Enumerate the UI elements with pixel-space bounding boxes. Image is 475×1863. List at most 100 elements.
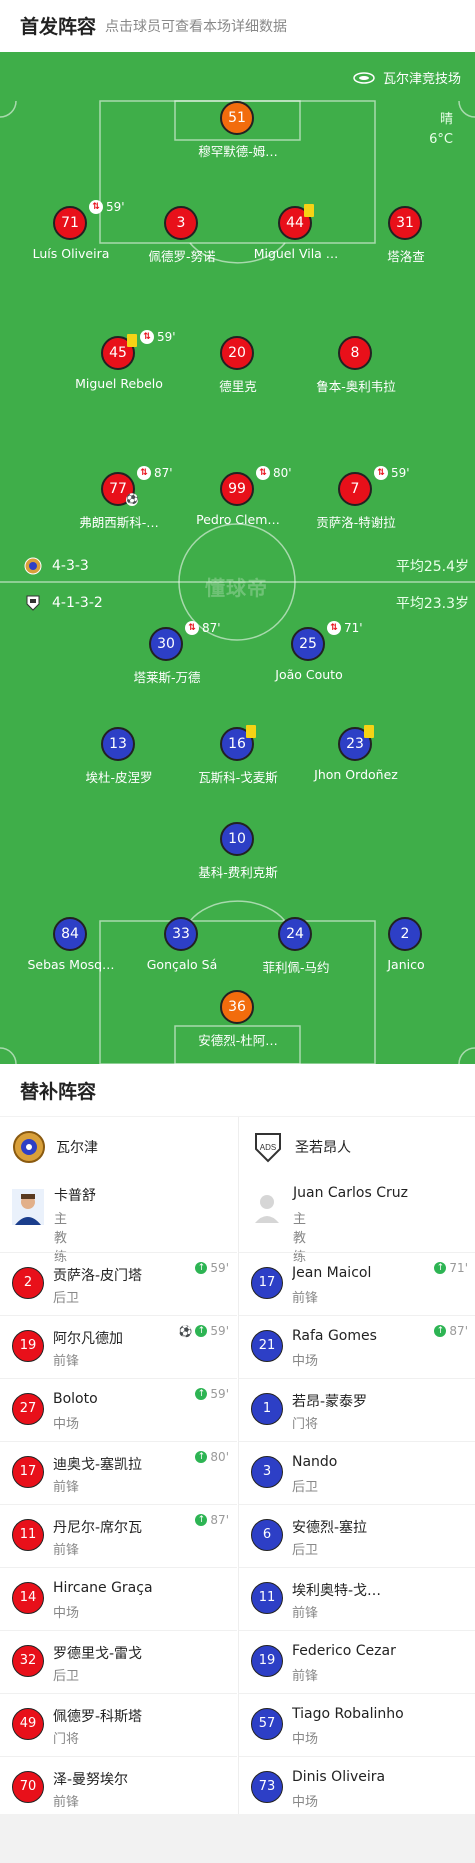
sub-out-icon: ⇅ <box>256 466 270 480</box>
home-player-51[interactable]: 51 穆罕默德-姆… <box>178 101 298 161</box>
player-name: 菲利佩-马约 <box>262 960 330 975</box>
home-player-99[interactable]: 99 ⇅ 80' Pedro Clem… <box>178 466 298 532</box>
player-name: 塔洛查 <box>387 249 425 264</box>
away-player-25[interactable]: 25 ⇅ 71' João Couto <box>249 621 369 687</box>
sub-out-icon: ⇅ <box>89 200 103 214</box>
home-player-20[interactable]: 20 德里克 <box>178 336 298 396</box>
bench-number: 57 <box>251 1708 283 1740</box>
bench-player[interactable]: 3 Nando 后卫 <box>239 1441 475 1504</box>
bench-player[interactable]: 19 Federico Cezar 前锋 <box>239 1630 475 1693</box>
player-number: 13 <box>101 727 135 761</box>
bench-player[interactable]: 11 埃利奥特-戈… 前锋 <box>239 1567 475 1630</box>
home-player-8[interactable]: 8 鲁本-奥利韦拉 <box>296 336 416 396</box>
home-avg-age: 平均25.4岁 <box>395 559 469 575</box>
home-player-77[interactable]: 77 ⇅ 87' ⚽ 弗朗西斯科-… <box>59 466 179 532</box>
bench-name: Federico Cezar <box>292 1643 396 1659</box>
bench-position: 前锋 <box>292 1291 319 1306</box>
away-player-13[interactable]: 13 埃杜-皮涅罗 <box>59 727 179 787</box>
bench-number: 27 <box>12 1393 44 1425</box>
away-player-23[interactable]: 23 Jhon Ordoñez <box>296 725 416 787</box>
home-team-logo-icon <box>13 1131 45 1163</box>
sub-in-icon: ↑ <box>434 1325 447 1337</box>
lineup-subtitle: 点击球员可查看本场详细数据 <box>105 19 287 35</box>
bench-player[interactable]: 49 佩德罗-科斯塔 门将 <box>0 1693 237 1756</box>
home-player-71[interactable]: 71 ⇅ 59' Luís Oliveira <box>11 200 131 266</box>
bench-name: 罗德里戈-雷戈 <box>53 1646 143 1662</box>
weather-info: 晴 6°C <box>429 110 453 150</box>
away-player-16[interactable]: 16 瓦斯科-戈麦斯 <box>178 725 298 787</box>
home-player-3[interactable]: 3 佩德罗-努诺 <box>122 206 242 266</box>
bench-player[interactable]: 27 Boloto 中场 ↑ 59' <box>0 1378 237 1441</box>
sub-in-time: 80' <box>210 1450 229 1464</box>
bench-position: 中场 <box>292 1732 319 1747</box>
sub-time: 87' <box>154 466 173 480</box>
away-player-30[interactable]: 30 ⇅ 87' 塔莱斯-万德 <box>107 621 227 687</box>
bench-player[interactable]: 32 罗德里戈-雷戈 后卫 <box>0 1630 237 1693</box>
bench-player[interactable]: 2 贡萨洛-皮门塔 后卫 ↑ 59' <box>0 1252 237 1315</box>
player-number: 71 <box>53 206 87 240</box>
weather-temperature: 6°C <box>429 132 453 147</box>
bench-player[interactable]: 14 Hircane Graça 中场 <box>0 1567 237 1630</box>
lineup-title: 首发阵容 <box>20 16 97 38</box>
bench-player[interactable]: 21 Rafa Gomes 中场 ↑ 87' <box>239 1315 475 1378</box>
player-number: 36 <box>220 990 254 1024</box>
bench-position: 后卫 <box>53 1669 80 1684</box>
bench-player[interactable]: 19 阿尔凡德加 前锋 ⚽ ↑ 59' <box>0 1315 237 1378</box>
bench-number: 17 <box>12 1456 44 1488</box>
player-name: 安德烈-杜阿… <box>198 1033 278 1048</box>
subs-panel: 瓦尔津 卡普舒 主教练 2 贡萨洛-皮门塔 后卫 ↑ 59' 19 阿尔凡德加 前… <box>0 1117 475 1814</box>
bench-player[interactable]: 73 Dinis Oliveira 中场 <box>239 1756 475 1814</box>
player-number: 33 <box>164 917 198 951</box>
bench-player[interactable]: 6 安德烈-塞拉 后卫 <box>239 1504 475 1567</box>
sub-time: 59' <box>157 330 176 344</box>
bench-number: 6 <box>251 1519 283 1551</box>
player-number: 10 <box>220 822 254 856</box>
yellow-card-icon <box>364 725 374 738</box>
sub-out-event: ⇅ 71' <box>327 621 363 635</box>
sub-out-event: ⇅ 87' <box>137 466 173 480</box>
bench-player[interactable]: 11 丹尼尔-席尔瓦 前锋 ↑ 87' <box>0 1504 237 1567</box>
sub-out-event: ⇅ 59' <box>89 200 125 214</box>
stadium-icon <box>353 71 375 84</box>
venue-name: 瓦尔津竞技场 <box>382 72 461 87</box>
bench-player[interactable]: 17 迪奥戈-塞凯拉 前锋 ↑ 80' <box>0 1441 237 1504</box>
away-player-24[interactable]: 24 菲利佩-马约 <box>236 917 356 977</box>
bench-player[interactable]: 57 Tiago Robalinho 中场 <box>239 1693 475 1756</box>
weather-condition: 晴 <box>439 112 453 127</box>
venue-label: 瓦尔津竞技场 <box>353 68 461 87</box>
coach-name: Juan Carlos Cruz <box>293 1185 408 1201</box>
bench-number: 1 <box>251 1393 283 1425</box>
bench-name: 泽-曼努埃尔 <box>53 1772 129 1788</box>
away-player-84[interactable]: 84 Sebas Mosq… <box>11 917 131 977</box>
away-player-36[interactable]: 36 安德烈-杜阿… <box>178 990 298 1050</box>
player-number: 24 <box>278 917 312 951</box>
bench-name: 埃利奥特-戈… <box>292 1583 382 1599</box>
bench-number: 11 <box>251 1582 283 1614</box>
away-player-2[interactable]: 2 Janico <box>346 917 466 977</box>
bench-number: 32 <box>12 1645 44 1677</box>
sub-in-icon: ↑ <box>195 1388 208 1400</box>
bench-name: 若昂-蒙泰罗 <box>292 1394 368 1410</box>
bench-position: 前锋 <box>53 1354 80 1369</box>
home-player-44[interactable]: 44 Miguel Vila … <box>236 204 356 266</box>
bench-position: 中场 <box>292 1354 319 1369</box>
bench-position: 后卫 <box>292 1543 319 1558</box>
sub-in-event: ↑ 80' <box>195 1450 229 1464</box>
home-player-7[interactable]: 7 ⇅ 59' 贡萨洛-特谢拉 <box>296 466 416 532</box>
bench-number: 17 <box>251 1267 283 1299</box>
away-player-33[interactable]: 33 Gonçalo Sá <box>122 917 242 977</box>
home-formation: 4-3-3 <box>52 558 89 574</box>
bench-player[interactable]: 1 若昂-蒙泰罗 门将 <box>239 1378 475 1441</box>
bench-player[interactable]: 17 Jean Maicol 前锋 ↑ 71' <box>239 1252 475 1315</box>
home-player-45[interactable]: 45 ⇅ 59' Miguel Rebelo <box>59 330 179 396</box>
sub-in-time: 59' <box>210 1387 229 1401</box>
bench-name: Boloto <box>53 1391 98 1407</box>
home-player-31[interactable]: 31 塔洛查 <box>346 206 466 266</box>
bench-player[interactable]: 70 泽-曼努埃尔 前锋 <box>0 1756 237 1814</box>
bench-number: 14 <box>12 1582 44 1614</box>
yellow-card-icon <box>127 334 137 347</box>
sub-in-icon: ↑ <box>195 1262 208 1274</box>
sub-out-icon: ⇅ <box>327 621 341 635</box>
bench-name: Dinis Oliveira <box>292 1769 386 1785</box>
away-player-10[interactable]: 10 基科-费利克斯 <box>178 822 298 882</box>
